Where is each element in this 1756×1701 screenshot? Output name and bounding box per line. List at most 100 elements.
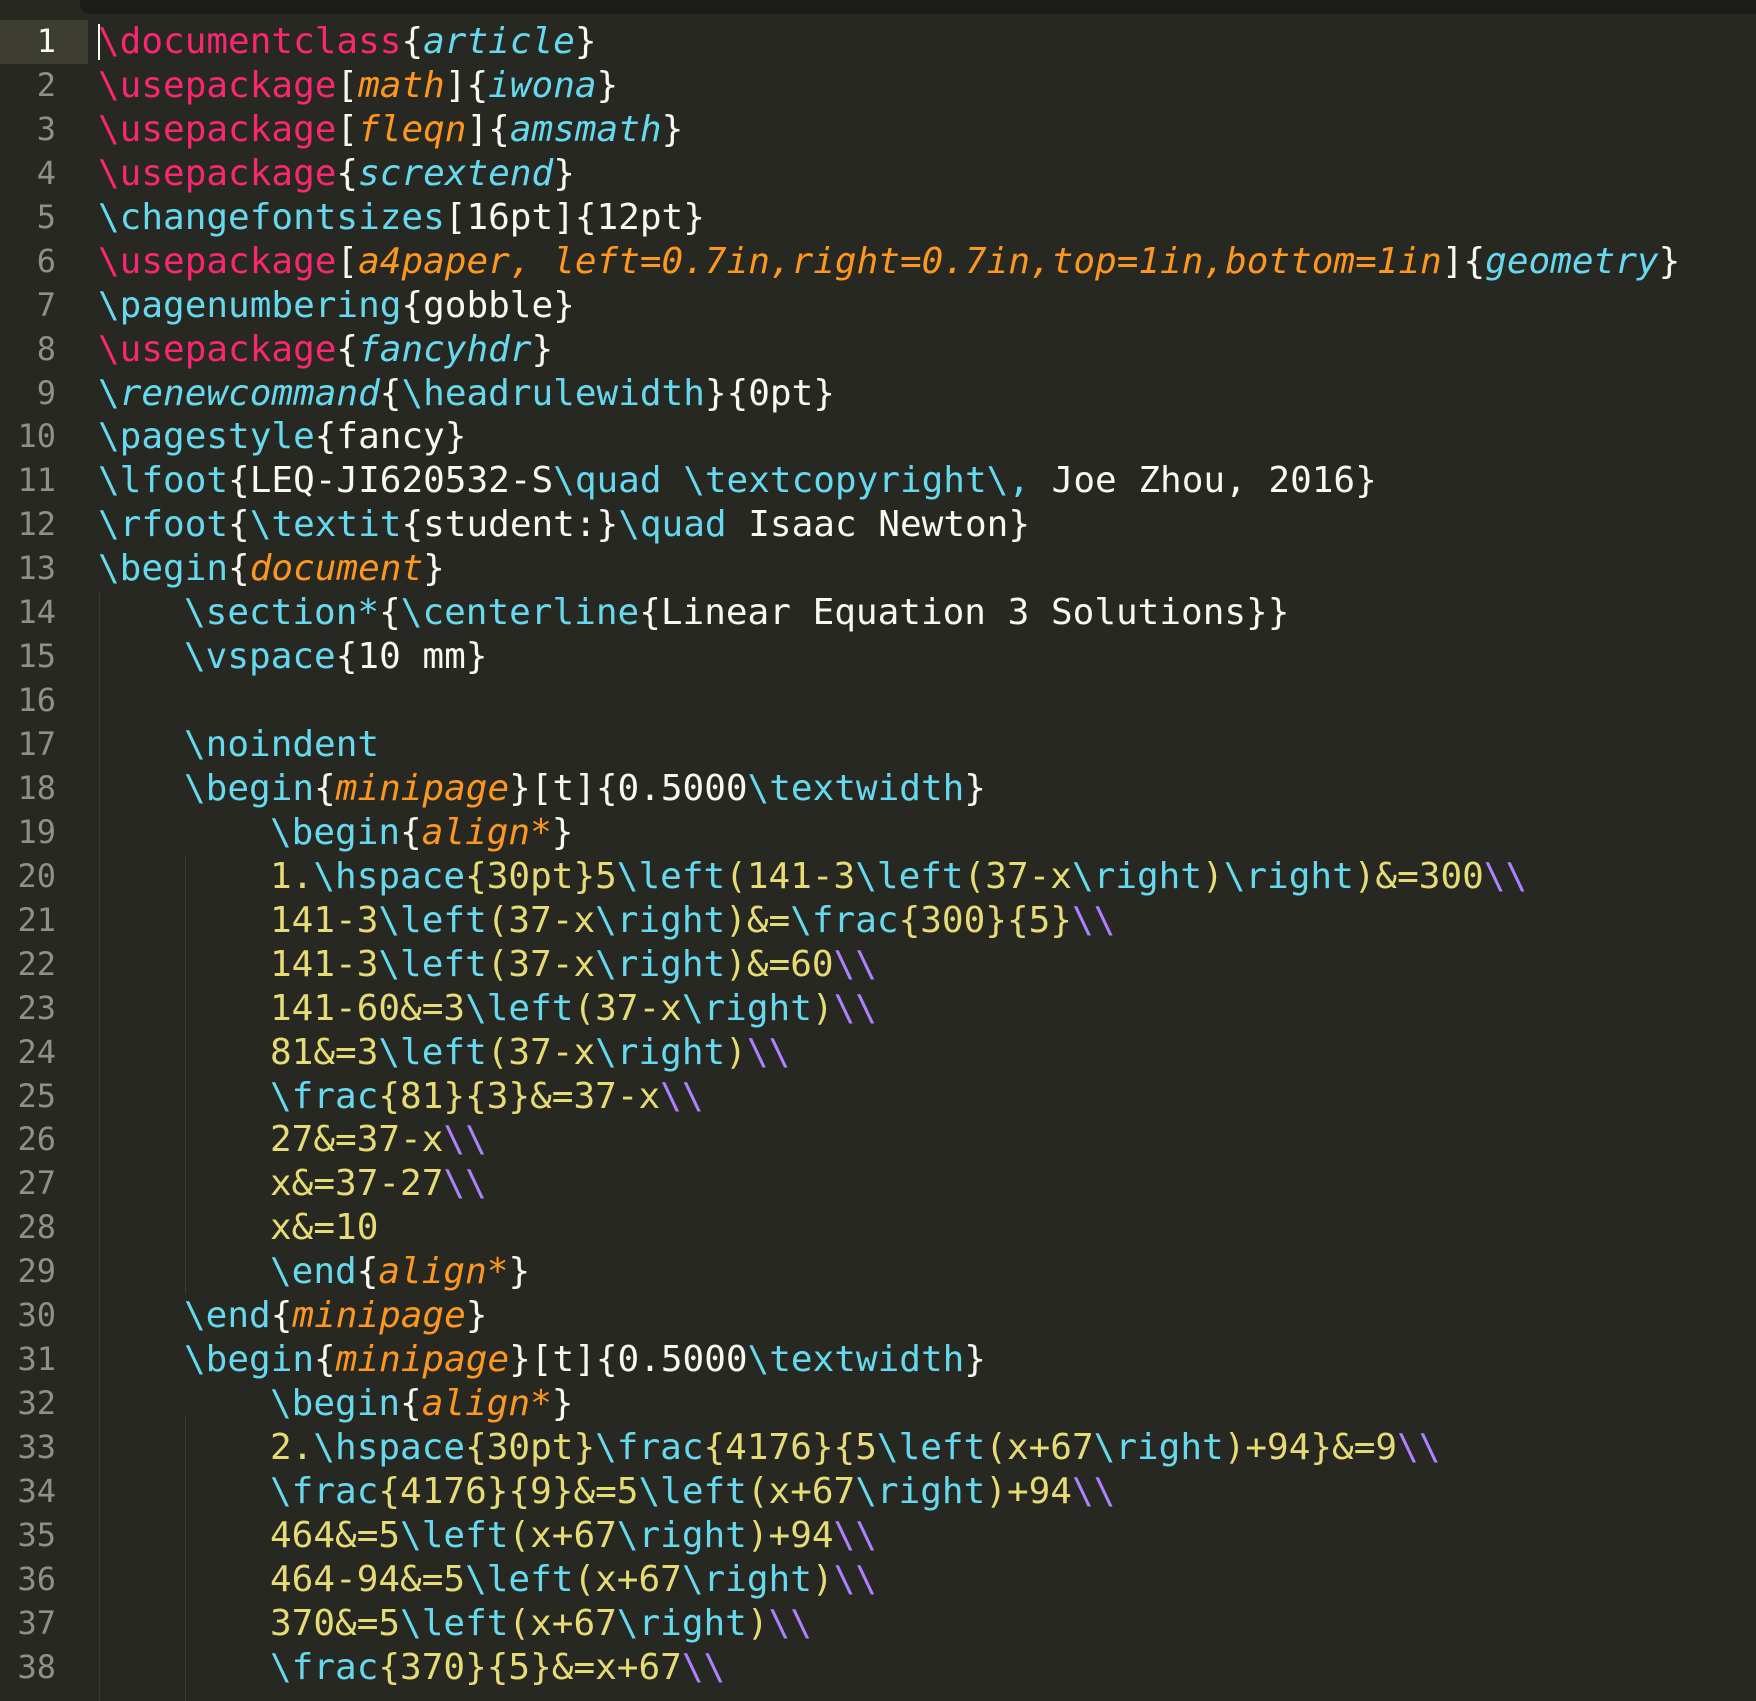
- code-token: )&=: [725, 899, 791, 941]
- line-number: 11: [17, 461, 56, 500]
- code-token: \\: [443, 1119, 487, 1161]
- code-line[interactable]: \begin{minipage}[t]{0.5000\textwidth}: [98, 1338, 1756, 1382]
- code-line[interactable]: 1.\hspace{30pt}5\left(141-3\left(37-x\ri…: [98, 855, 1756, 899]
- code-line[interactable]: \begin{align*}: [98, 1382, 1756, 1426]
- code-line[interactable]: 141-3\left(37-x\right)&=\frac{300}{5}\\: [98, 899, 1756, 943]
- code-line[interactable]: 27&=37-x\\: [98, 1118, 1756, 1162]
- code-token: \\: [746, 1031, 791, 1073]
- code-token: \left: [876, 1427, 986, 1468]
- code-token: \begin: [184, 1339, 315, 1381]
- code-line[interactable]: x&=37-27\\: [98, 1162, 1756, 1206]
- code-token: \\: [1483, 855, 1528, 897]
- code-editor[interactable]: 1 2 3 4 5 6 7 8 9 10 11 12 13 14 15 16 17 18 19 20 21 22 23 24 2…: [0, 0, 1756, 1701]
- code-token: }: [531, 328, 554, 370]
- code-line[interactable]: \end{align*}: [98, 1250, 1756, 1294]
- code-line[interactable]: \noindent: [98, 723, 1756, 767]
- code-line[interactable]: \usepackage[a4paper, left=0.7in,right=0.…: [98, 240, 1756, 284]
- code-token: document: [249, 548, 424, 590]
- code-token: \right: [855, 1470, 986, 1512]
- code-line[interactable]: \lfoot{LEQ-JI620532-S\quad \textcopyrigh…: [98, 459, 1756, 503]
- code-area[interactable]: \documentclass{article} \usepackage[math]…: [98, 20, 1756, 1701]
- code-line[interactable]: \begin{align*}: [98, 811, 1756, 855]
- code-line[interactable]: x&=10: [98, 1206, 1756, 1250]
- code-line[interactable]: \rfoot{\textit{student:}\quad Isaac Newt…: [98, 503, 1756, 547]
- code-token: {: [228, 504, 250, 546]
- code-token: {: [270, 1295, 293, 1337]
- code-token: \vspace: [184, 636, 336, 678]
- code-line[interactable]: 141-60&=3\left(37-x\right)\\: [98, 987, 1756, 1031]
- code-line[interactable]: 141-3\left(37-x\right)&=60\\: [98, 943, 1756, 987]
- code-token: {370}{5}&=x+67: [378, 1646, 682, 1688]
- code-line[interactable]: \begin{document}: [98, 547, 1756, 591]
- code-token: (x+67: [573, 1558, 682, 1600]
- code-line[interactable]: 464-94&=5\left(x+67\right)\\: [98, 1558, 1756, 1602]
- code-line[interactable]: \vspace{10 mm}: [98, 635, 1756, 679]
- code-token: ): [746, 1602, 769, 1644]
- code-line[interactable]: \section*{\centerline{Linear Equation 3 …: [98, 591, 1756, 635]
- code-token: \pagenumbering: [98, 284, 402, 326]
- code-token: \\: [1071, 1470, 1116, 1512]
- code-token: \centerline: [400, 592, 640, 634]
- code-token: \\: [833, 1514, 877, 1556]
- line-number: 5: [36, 197, 56, 236]
- code-token: \right: [595, 943, 726, 985]
- code-line[interactable]: \usepackage{scrextend}: [98, 152, 1756, 196]
- code-line[interactable]: 81&=3\left(37-x\right)\\: [98, 1031, 1756, 1075]
- line-number: 2: [36, 65, 56, 104]
- code-line[interactable]: \frac{81}{3}&=37-x\\: [98, 1075, 1756, 1119]
- code-line[interactable]: \end{minipage}: [98, 1294, 1756, 1338]
- code-token: Isaac Newton}: [726, 504, 1031, 546]
- code-token: \usepackage: [98, 64, 337, 106]
- code-token: \frac: [270, 1646, 379, 1688]
- code-token: iwona: [488, 64, 597, 106]
- code-token: \frac: [270, 1470, 379, 1512]
- code-token: {81}{3}&=37-x: [378, 1075, 661, 1117]
- code-line[interactable]: \usepackage{fancyhdr}: [98, 328, 1756, 372]
- code-line[interactable]: 370&=5\left(x+67\right)\\: [98, 1602, 1756, 1646]
- code-line[interactable]: \frac{370}{5}&=x+67\\: [98, 1646, 1756, 1690]
- code-token: \usepackage: [98, 240, 337, 282]
- code-token: 141-3: [270, 899, 379, 941]
- code-token: \end: [270, 1251, 357, 1293]
- code-line[interactable]: \usepackage[fleqn]{amsmath}: [98, 108, 1756, 152]
- code-token: a4paper, left=0.7in,right=0.7in,top=1in,…: [358, 240, 1442, 282]
- code-token: (x+67: [746, 1470, 856, 1512]
- code-token: \begin: [270, 811, 401, 853]
- code-token: \\: [681, 1646, 726, 1688]
- code-line[interactable]: \renewcommand{\headrulewidth}{0pt}: [98, 372, 1756, 416]
- code-token: }: [574, 21, 597, 62]
- code-line[interactable]: \usepackage[math]{iwona}: [98, 64, 1756, 108]
- code-token: (37-x: [573, 987, 682, 1029]
- code-token: {student:}: [401, 504, 619, 546]
- code-line[interactable]: \pagenumbering{gobble}: [98, 284, 1756, 328]
- code-line[interactable]: 2.\hspace{30pt}\frac{4176}{5\left(x+67\r…: [98, 1426, 1756, 1470]
- code-token: (x+67: [508, 1514, 617, 1556]
- line-number: 38: [17, 1647, 56, 1686]
- code-token: \left: [465, 987, 574, 1029]
- line-number: 34: [17, 1471, 56, 1510]
- line-number: 37: [17, 1603, 56, 1642]
- code-token: (x+67: [508, 1602, 617, 1644]
- code-token: (x+67: [985, 1427, 1094, 1468]
- line-number: 6: [36, 241, 56, 280]
- code-line[interactable]: ​: [98, 679, 1756, 723]
- code-token: )+94}&=9: [1223, 1427, 1398, 1468]
- code-token: \right: [616, 1514, 747, 1556]
- code-token: {30pt}: [465, 1427, 596, 1468]
- line-number: 24: [17, 1032, 56, 1071]
- code-token: {: [379, 372, 402, 414]
- line-number: 3: [36, 109, 56, 148]
- code-line[interactable]: \changefontsizes[16pt]{12pt}: [98, 196, 1756, 240]
- code-token: {30pt}5: [465, 855, 617, 897]
- code-line[interactable]: \frac{4176}{9}&=5\left(x+67\right)+94\\: [98, 1470, 1756, 1514]
- code-token: \left: [378, 1031, 487, 1073]
- code-token: \right: [595, 1031, 726, 1073]
- code-token: \begin: [270, 1383, 401, 1425]
- code-line[interactable]: 464&=5\left(x+67\right)+94\\: [98, 1514, 1756, 1558]
- code-line[interactable]: \documentclass{article}: [98, 20, 1756, 64]
- code-token: \lfoot: [98, 460, 229, 502]
- code-token: {: [336, 328, 359, 370]
- code-line[interactable]: \pagestyle{fancy}: [98, 415, 1756, 459]
- code-token: minipage: [292, 1295, 466, 1337]
- code-line[interactable]: \begin{minipage}[t]{0.5000\textwidth}: [98, 767, 1756, 811]
